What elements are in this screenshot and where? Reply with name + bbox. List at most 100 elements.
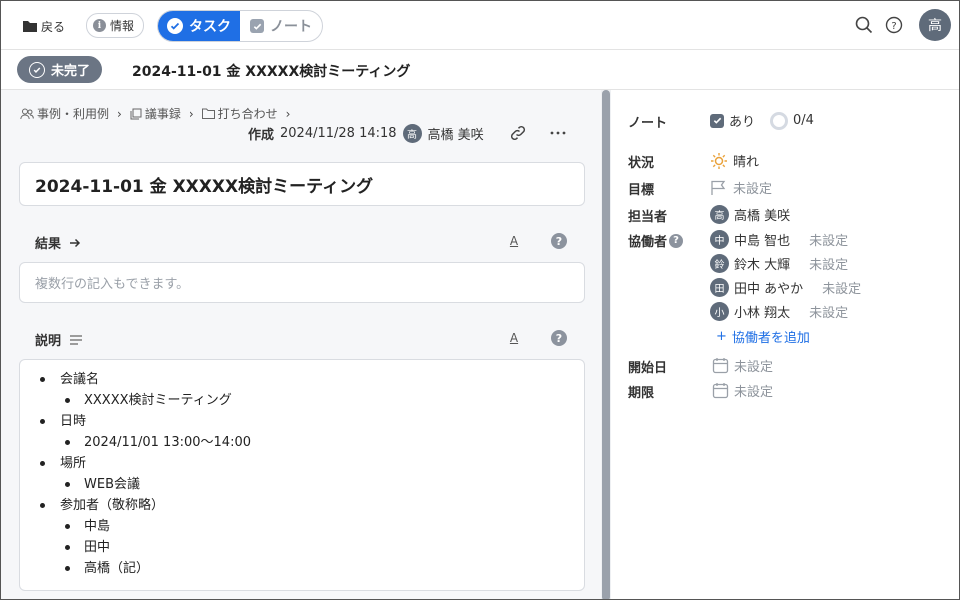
avatar: 田 (710, 278, 729, 297)
checkbox-icon (710, 113, 724, 128)
status-label: 未完了 (50, 64, 90, 79)
list-item: 日時 (20, 411, 584, 432)
sun-icon (711, 152, 727, 169)
list-item: 場所 (20, 453, 584, 474)
collaborator-role[interactable]: 未設定 (809, 302, 848, 321)
state-value-text: 晴れ (733, 155, 760, 170)
assignee-label: 担当者 (628, 210, 668, 225)
search-icon[interactable] (855, 16, 873, 34)
collab-heading: 協働者 ? (628, 231, 684, 250)
author-name: 高橋 美咲 (427, 128, 484, 143)
avatar: 高 (710, 205, 729, 224)
link-icon[interactable] (509, 124, 527, 146)
collaborator-role[interactable]: 未設定 (809, 254, 848, 273)
note-value[interactable]: あり 0/4 (710, 111, 814, 130)
collaborator-row[interactable]: 鈴 鈴木 大輝 未設定 (710, 254, 848, 273)
info-icon: i (93, 19, 106, 32)
view-switcher: タスク ノート (157, 10, 323, 42)
note-label: ノート (628, 116, 668, 131)
list-item: 参加者（敬称略） (20, 495, 584, 516)
list-item: WEB会議 (20, 474, 584, 495)
calendar-icon (712, 383, 729, 399)
note-value-text: あり (729, 115, 756, 130)
collaborator-name: 鈴木 大輝 (734, 258, 791, 273)
collaborator-row[interactable]: 中 中島 智也 未設定 (710, 230, 848, 249)
app-window: 戻る i 情報 タスク ノート ? 高 未完了 2024-11-01 金 XXX… (0, 0, 960, 600)
breadcrumb-item-cases[interactable]: 事例・利用例 (20, 105, 109, 122)
state-label: 状況 (628, 156, 655, 171)
status-button[interactable]: 未完了 (17, 56, 102, 83)
add-collaborator-label: 協働者を追加 (731, 331, 810, 346)
info-label: 情報 (110, 19, 135, 33)
start-value[interactable]: 未設定 (712, 356, 773, 375)
help-icon[interactable]: ? (551, 233, 567, 249)
text-format-icon[interactable]: A (507, 234, 521, 248)
text-format-icon[interactable]: A (507, 331, 521, 345)
info-button[interactable]: i 情報 (86, 13, 145, 38)
title-input[interactable]: 2024-11-01 金 XXXXX検討ミーティング (19, 162, 585, 206)
tab-task[interactable]: タスク (158, 11, 240, 41)
assignee-value[interactable]: 高 高橋 美咲 (710, 205, 790, 224)
check-circle-icon (28, 61, 45, 78)
avatar: 高 (402, 124, 422, 143)
created-at: 2024/11/28 14:18 (280, 126, 397, 141)
task-title-bar: 未完了 2024-11-01 金 XXXXX検討ミーティング (1, 50, 959, 90)
avatar: 小 (710, 302, 729, 321)
users-icon (20, 108, 34, 119)
avatar: 中 (710, 230, 729, 249)
goal-value-text: 未設定 (733, 182, 773, 197)
result-input[interactable]: 複数行の記入もできます。 (19, 262, 585, 303)
main-panel: 事例・利用例 › 議事録 › 打ち合わせ › 作成 2024/11/28 14:… (1, 90, 601, 599)
avatar: 鈴 (710, 254, 729, 273)
add-collaborator-button[interactable]: + 協働者を追加 (716, 327, 810, 346)
state-value[interactable]: 晴れ (710, 151, 759, 170)
page-title: 2024-11-01 金 XXXXX検討ミーティング (132, 64, 411, 80)
result-label: 結果 (35, 237, 62, 252)
created-label: 作成 (248, 128, 275, 143)
more-icon[interactable] (549, 124, 567, 146)
help-icon[interactable]: ? (885, 16, 903, 34)
scrollbar[interactable] (601, 90, 611, 599)
due-label: 期限 (628, 386, 655, 401)
list-item: XXXXX検討ミーティング (20, 390, 584, 411)
collaborator-name: 中島 智也 (734, 234, 791, 249)
properties-panel: ノート あり 0/4 状況 晴れ 目標 未設定 担当者 高 高橋 美咲 協働者 … (611, 90, 959, 599)
top-toolbar: 戻る i 情報 タスク ノート ? 高 (1, 1, 959, 50)
result-heading: 結果 (35, 233, 81, 252)
description-editor[interactable]: 会議名 XXXXX検討ミーティング 日時 2024/11/01 13:00〜14… (19, 359, 585, 591)
copy-icon (130, 108, 142, 119)
tab-task-label: タスク (189, 19, 231, 35)
scrollbar-thumb[interactable] (602, 90, 610, 599)
svg-text:?: ? (891, 21, 896, 32)
chevron-right-icon: › (188, 106, 194, 121)
collaborator-name: 小林 翔太 (734, 306, 791, 321)
flag-icon (711, 180, 726, 195)
goal-value[interactable]: 未設定 (710, 178, 772, 197)
text-lines-icon (70, 334, 83, 345)
back-button[interactable]: 戻る (23, 16, 65, 36)
collaborator-row[interactable]: 田 田中 あやか 未設定 (710, 278, 861, 297)
list-item: 会議名 (20, 369, 584, 390)
chevron-right-icon: › (117, 106, 122, 121)
collaborator-row[interactable]: 小 小林 翔太 未設定 (710, 302, 848, 321)
due-value-text: 未設定 (734, 385, 774, 400)
tab-note[interactable]: ノート (240, 11, 322, 41)
chevron-right-icon: › (285, 106, 291, 121)
breadcrumb-item-minutes[interactable]: 議事録 (130, 105, 181, 122)
due-value[interactable]: 未設定 (712, 381, 773, 400)
result-tools: A ? (507, 233, 567, 249)
folder-icon (201, 108, 215, 119)
collab-label: 協働者 (628, 235, 668, 250)
help-icon[interactable]: ? (551, 330, 567, 346)
assignee-name: 高橋 美咲 (734, 209, 791, 224)
collaborator-role[interactable]: 未設定 (822, 278, 861, 297)
folder-icon (23, 21, 37, 32)
collaborator-role[interactable]: 未設定 (809, 230, 848, 249)
list-item: 中島 (20, 516, 584, 537)
breadcrumb-item-meeting[interactable]: 打ち合わせ (201, 105, 278, 122)
breadcrumb: 事例・利用例 › 議事録 › 打ち合わせ › (20, 105, 293, 122)
help-icon[interactable]: ? (669, 233, 684, 248)
description-label: 説明 (35, 334, 62, 349)
user-avatar[interactable]: 高 (919, 9, 951, 41)
list-item: 2024/11/01 13:00〜14:00 (20, 432, 584, 453)
